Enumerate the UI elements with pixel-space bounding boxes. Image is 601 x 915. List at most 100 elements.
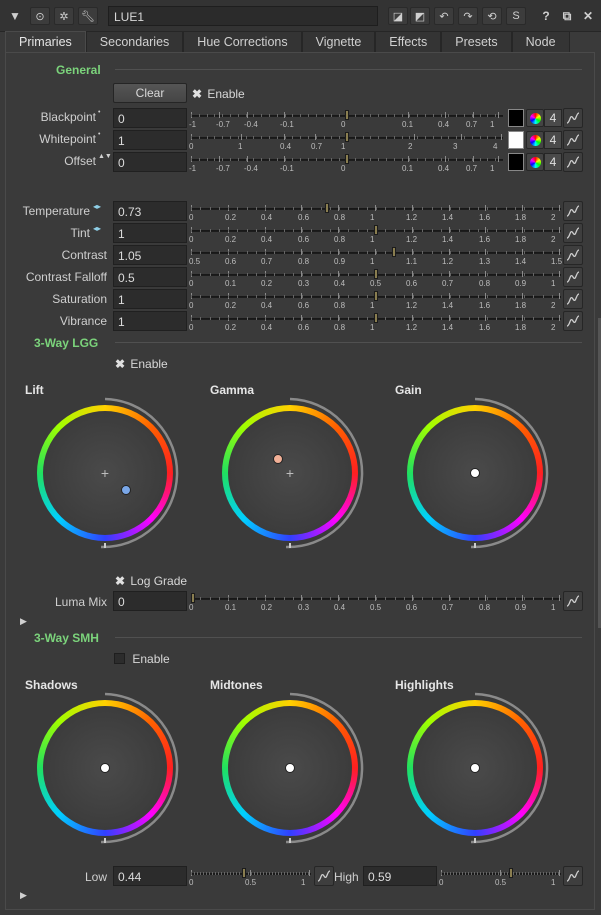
color-swatch[interactable] — [508, 131, 524, 149]
param-anim-marker[interactable]: ◂▸ — [93, 224, 107, 233]
undo-icon[interactable]: ↶ — [434, 7, 454, 25]
bug-icon[interactable]: ✲ — [54, 7, 74, 25]
channel-count-button[interactable]: 4 — [544, 109, 562, 127]
tab-vignette[interactable]: Vignette — [301, 31, 376, 53]
redo-icon[interactable]: ↷ — [458, 7, 478, 25]
param-value-field[interactable]: 0.44 — [113, 866, 187, 886]
float-window-icon[interactable]: ⧉ — [558, 7, 576, 25]
tab-hue-corrections[interactable]: Hue Corrections — [183, 31, 302, 53]
curve-editor-icon[interactable] — [563, 866, 583, 886]
slider-handle[interactable] — [242, 868, 246, 878]
value-slider[interactable]: 0 0.5 1 — [189, 867, 311, 889]
slider-handle[interactable] — [325, 203, 329, 213]
curve-editor-icon[interactable] — [563, 108, 583, 128]
slider-handle[interactable] — [509, 868, 513, 878]
curve-editor-icon[interactable] — [314, 866, 334, 886]
color-wheel-icon[interactable] — [526, 131, 544, 149]
color-swatch[interactable] — [508, 153, 524, 171]
color-wheel-icon[interactable] — [526, 109, 544, 127]
channel-count-button[interactable]: 4 — [544, 153, 562, 171]
param-value-field[interactable]: 1 — [113, 223, 187, 243]
slider-handle[interactable] — [191, 593, 195, 603]
color-picker-dot[interactable] — [470, 468, 480, 478]
value-slider[interactable]: 0 0.2 0.4 0.6 0.8 1 1.2 1.4 1.6 1.8 2 — [189, 312, 561, 334]
curve-editor-icon[interactable] — [563, 201, 583, 221]
param-anim-marker[interactable]: • — [98, 131, 110, 138]
tab-primaries[interactable]: Primaries — [5, 31, 86, 53]
param-anim-marker[interactable]: • — [98, 109, 110, 116]
value-slider[interactable]: 0 0.2 0.4 0.6 0.8 1 1.2 1.4 1.6 1.8 2 — [189, 224, 561, 246]
curve-editor-icon[interactable] — [563, 311, 583, 331]
color-wheel[interactable] — [395, 688, 555, 848]
value-slider[interactable]: 0 0.1 0.2 0.3 0.4 0.5 0.6 0.7 0.8 0.9 1 — [189, 268, 561, 290]
curve-editor-icon[interactable] — [563, 223, 583, 243]
curve-editor-icon[interactable] — [563, 289, 583, 309]
param-value-field[interactable]: 1 — [113, 311, 187, 331]
param-anim-marker[interactable]: ▲▼ — [98, 153, 112, 160]
mask-icon-2[interactable]: ◩ — [410, 7, 430, 25]
color-swatch[interactable] — [508, 109, 524, 127]
tab-effects[interactable]: Effects — [375, 31, 442, 53]
channel-count-button[interactable]: 4 — [544, 131, 562, 149]
lgg-enable-checkbox[interactable]: ✖ Enable — [115, 357, 168, 371]
tab-presets[interactable]: Presets — [441, 31, 512, 53]
value-slider[interactable]: 0 0.2 0.4 0.6 0.8 1 1.2 1.4 1.6 1.8 2 — [189, 202, 561, 224]
view-node-icon[interactable]: ⊙ — [30, 7, 50, 25]
close-icon[interactable]: ✕ — [579, 7, 597, 25]
general-enable-checkbox[interactable]: ✖ Enable — [192, 87, 245, 101]
slider-handle[interactable] — [345, 154, 349, 164]
color-wheel[interactable] — [25, 688, 185, 848]
curve-editor-icon[interactable] — [563, 152, 583, 172]
curve-editor-icon[interactable] — [563, 267, 583, 287]
smh-enable-checkbox[interactable]: Enable — [114, 652, 170, 666]
slider-handle[interactable] — [374, 313, 378, 323]
color-picker-dot[interactable] — [100, 763, 110, 773]
value-slider[interactable]: -1 -0.7 -0.4 -0.1 0 0.1 0.4 0.7 1 — [189, 109, 503, 131]
snapshot-button[interactable]: S — [506, 7, 526, 25]
collapse-arrow-icon[interactable]: ▼ — [6, 7, 24, 25]
value-slider[interactable]: 0 0.5 1 — [439, 867, 561, 889]
color-wheel-icon[interactable] — [526, 153, 544, 171]
value-slider[interactable]: 0.5 0.6 0.7 0.8 0.9 1 1.1 1.2 1.3 1.4 1.5 — [189, 246, 562, 268]
param-value-field[interactable]: 0 — [113, 152, 187, 172]
color-wheel[interactable] — [210, 688, 370, 848]
reset-icon[interactable]: ⟲ — [482, 7, 502, 25]
param-value-field[interactable]: 0 — [113, 591, 187, 611]
node-name-field[interactable]: LUE1 — [108, 6, 378, 26]
param-value-field[interactable]: 0.73 — [113, 201, 187, 221]
value-slider[interactable]: 0 1 0.4 0.7 1 2 3 4 — [189, 131, 503, 153]
color-picker-dot[interactable] — [470, 763, 480, 773]
mask-icon-1[interactable]: ◪ — [388, 7, 408, 25]
param-value-field[interactable]: 1 — [113, 130, 187, 150]
color-picker-dot[interactable] — [120, 484, 131, 495]
curve-editor-icon[interactable] — [563, 245, 583, 265]
slider-handle[interactable] — [345, 132, 349, 142]
log-grade-checkbox[interactable]: ✖ Log Grade — [115, 574, 187, 588]
color-wheel[interactable] — [395, 393, 555, 553]
color-picker-dot[interactable] — [285, 763, 295, 773]
tab-secondaries[interactable]: Secondaries — [85, 31, 184, 53]
value-slider[interactable]: 0 0.2 0.4 0.6 0.8 1 1.2 1.4 1.6 1.8 2 — [189, 290, 561, 312]
param-value-field[interactable]: 0.59 — [363, 866, 437, 886]
value-slider[interactable]: -1 -0.7 -0.4 -0.1 0 0.1 0.4 0.7 1 — [189, 153, 503, 175]
slider-handle[interactable] — [345, 110, 349, 120]
help-button[interactable]: ? — [537, 7, 555, 25]
slider-handle[interactable] — [374, 269, 378, 279]
color-wheel[interactable]: + — [25, 393, 185, 553]
param-value-field[interactable]: 1.05 — [113, 245, 187, 265]
tab-node[interactable]: Node — [511, 31, 570, 53]
param-anim-marker[interactable]: ◂▸ — [93, 202, 107, 211]
wrench-icon[interactable]: 🔧︎ — [78, 7, 98, 25]
param-value-field[interactable]: 0 — [113, 108, 187, 128]
param-value-field[interactable]: 1 — [113, 289, 187, 309]
curve-editor-icon[interactable] — [563, 130, 583, 150]
curve-editor-icon[interactable] — [563, 591, 583, 611]
slider-handle[interactable] — [374, 291, 378, 301]
expand-arrow-icon[interactable]: ▶ — [20, 890, 27, 901]
slider-handle[interactable] — [392, 247, 396, 257]
slider-handle[interactable] — [374, 225, 378, 235]
expand-arrow-icon[interactable]: ▶ — [20, 616, 27, 627]
clear-button[interactable]: Clear — [113, 83, 187, 103]
param-value-field[interactable]: 0.5 — [113, 267, 187, 287]
value-slider[interactable]: 0 0.1 0.2 0.3 0.4 0.5 0.6 0.7 0.8 0.9 1 — [189, 592, 561, 614]
